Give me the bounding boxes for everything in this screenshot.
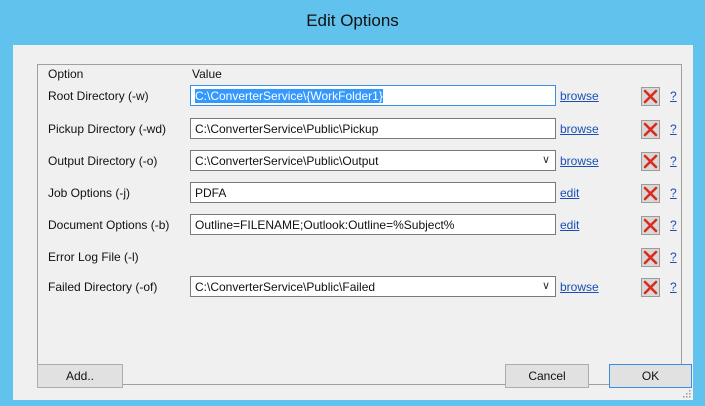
root-directory-input[interactable]: C:\ConverterService\{WorkFolder1}: [190, 85, 556, 106]
browse-link[interactable]: browse: [560, 280, 599, 294]
option-row-error-log-file: Error Log File (-l) ?: [38, 245, 681, 271]
document-options-input[interactable]: Outline=FILENAME;Outlook:Outline=%Subjec…: [190, 214, 556, 235]
option-label: Error Log File (-l): [48, 250, 139, 264]
chevron-down-icon[interactable]: ∨: [542, 153, 550, 166]
red-x-icon: [643, 280, 658, 295]
ok-button[interactable]: OK: [609, 364, 692, 388]
edit-options-window: Edit Options Option Value Root Directory…: [0, 0, 705, 406]
browse-link[interactable]: browse: [560, 154, 599, 168]
red-x-icon: [643, 122, 658, 137]
help-link[interactable]: ?: [670, 250, 677, 264]
options-list-panel: Option Value Root Directory (-w) C:\Conv…: [37, 64, 682, 385]
help-link[interactable]: ?: [670, 218, 677, 232]
delete-button[interactable]: [641, 184, 660, 203]
option-label: Output Directory (-o): [48, 154, 158, 168]
option-row-root-directory: Root Directory (-w) C:\ConverterService\…: [38, 84, 681, 110]
red-x-icon: [643, 154, 658, 169]
output-directory-combobox[interactable]: C:\ConverterService\Public\Output ∨: [190, 150, 556, 171]
red-x-icon: [643, 186, 658, 201]
option-label: Failed Directory (-of): [48, 280, 158, 294]
option-label: Job Options (-j): [48, 186, 131, 200]
help-link[interactable]: ?: [670, 186, 677, 200]
combobox-value: C:\ConverterService\Public\Output: [195, 154, 379, 168]
column-header-value: Value: [192, 67, 222, 81]
help-link[interactable]: ?: [670, 89, 677, 103]
help-link[interactable]: ?: [670, 122, 677, 136]
add-button[interactable]: Add..: [37, 364, 123, 388]
delete-button[interactable]: [641, 152, 660, 171]
browse-link[interactable]: browse: [560, 122, 599, 136]
chevron-down-icon[interactable]: ∨: [542, 279, 550, 292]
delete-button[interactable]: [641, 278, 660, 297]
dialog-client-area: Option Value Root Directory (-w) C:\Conv…: [13, 45, 693, 400]
resize-grip-icon[interactable]: [681, 388, 691, 398]
failed-directory-combobox[interactable]: C:\ConverterService\Public\Failed ∨: [190, 276, 556, 297]
edit-link[interactable]: edit: [560, 218, 579, 232]
red-x-icon: [643, 218, 658, 233]
combobox-value: C:\ConverterService\Public\Failed: [195, 280, 376, 294]
job-options-input[interactable]: PDFA: [190, 182, 556, 203]
option-row-output-directory: Output Directory (-o) C:\ConverterServic…: [38, 149, 681, 175]
red-x-icon: [643, 89, 658, 104]
option-row-job-options: Job Options (-j) PDFA edit ?: [38, 181, 681, 207]
cancel-button[interactable]: Cancel: [505, 364, 589, 388]
help-link[interactable]: ?: [670, 154, 677, 168]
delete-button[interactable]: [641, 216, 660, 235]
delete-button[interactable]: [641, 120, 660, 139]
option-row-failed-directory: Failed Directory (-of) C:\ConverterServi…: [38, 275, 681, 301]
option-row-document-options: Document Options (-b) Outline=FILENAME;O…: [38, 213, 681, 239]
window-title: Edit Options: [0, 0, 705, 42]
pickup-directory-input[interactable]: C:\ConverterService\Public\Pickup: [190, 118, 556, 139]
browse-link[interactable]: browse: [560, 89, 599, 103]
option-row-pickup-directory: Pickup Directory (-wd) C:\ConverterServi…: [38, 117, 681, 143]
delete-button[interactable]: [641, 248, 660, 267]
delete-button[interactable]: [641, 87, 660, 106]
option-label: Root Directory (-w): [48, 89, 149, 103]
edit-link[interactable]: edit: [560, 186, 579, 200]
option-label: Document Options (-b): [48, 218, 170, 232]
selected-text: C:\ConverterService\{WorkFolder1}: [195, 89, 383, 103]
red-x-icon: [643, 250, 658, 265]
option-label: Pickup Directory (-wd): [48, 122, 167, 136]
column-header-option: Option: [48, 67, 84, 81]
help-link[interactable]: ?: [670, 280, 677, 294]
